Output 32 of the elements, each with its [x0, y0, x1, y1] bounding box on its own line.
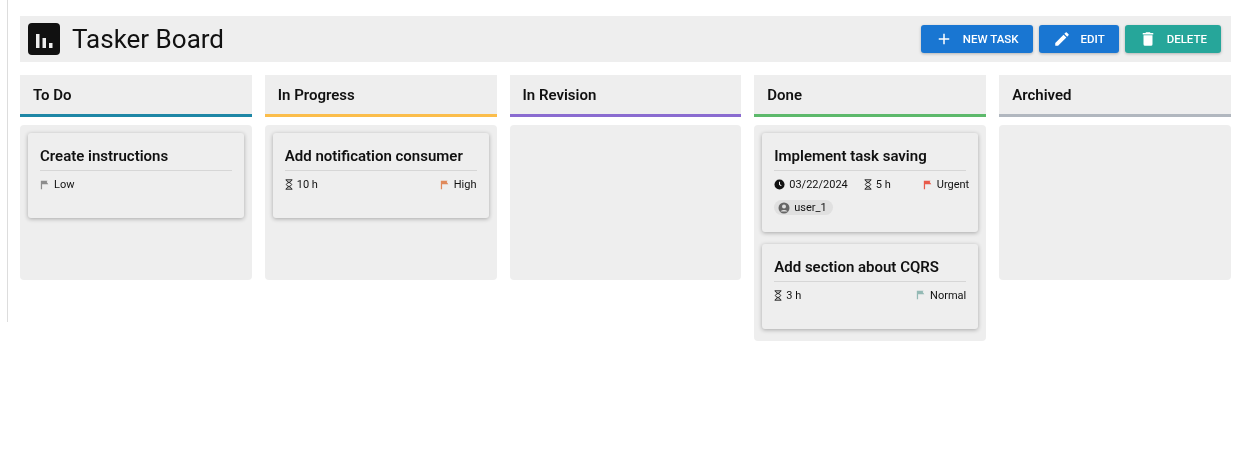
edit-button[interactable]: EDIT — [1038, 25, 1119, 53]
column-title: In Revision — [522, 85, 597, 104]
user-icon — [778, 201, 791, 214]
priority-label: Normal — [930, 288, 967, 302]
column-title: Done — [767, 85, 802, 104]
time-estimate: 10 h — [296, 178, 318, 191]
task-title: Add section about CQRS — [774, 257, 967, 282]
task-card[interactable]: Add notification consumer 10 h High — [272, 133, 489, 218]
task-card[interactable]: Create instructions Low — [28, 133, 244, 218]
hourglass-icon — [284, 179, 293, 190]
priority-label: High — [453, 178, 477, 191]
hourglass-icon — [774, 289, 783, 301]
column-title: To Do — [33, 85, 72, 104]
due-date: 03/22/2024 — [789, 178, 848, 191]
pencil-icon — [1052, 30, 1071, 48]
hourglass-icon — [863, 179, 872, 190]
column-title: In Progress — [277, 85, 355, 104]
priority-label: Urgent — [936, 178, 970, 191]
task-card[interactable]: Add section about CQRS 3 h Normal — [762, 243, 979, 329]
time-estimate: 3 h — [786, 288, 802, 302]
time-estimate: 5 h — [875, 178, 891, 191]
priority-label: Low — [54, 178, 75, 191]
column-title: Archived — [1012, 85, 1072, 104]
bar-chart-icon — [28, 23, 60, 55]
task-title: Add notification consumer — [284, 147, 477, 171]
task-card[interactable]: Implement task saving 03/22/2024 5 h Urgent user_1 — [762, 133, 979, 232]
task-title: Create instructions — [40, 147, 232, 171]
clock-icon — [774, 179, 786, 190]
assignee-chip: user_1 — [774, 200, 833, 215]
app-title: Tasker Board — [72, 24, 224, 54]
new-task-button[interactable]: NEW TASK — [920, 25, 1033, 53]
task-title: Implement task saving — [774, 147, 967, 171]
